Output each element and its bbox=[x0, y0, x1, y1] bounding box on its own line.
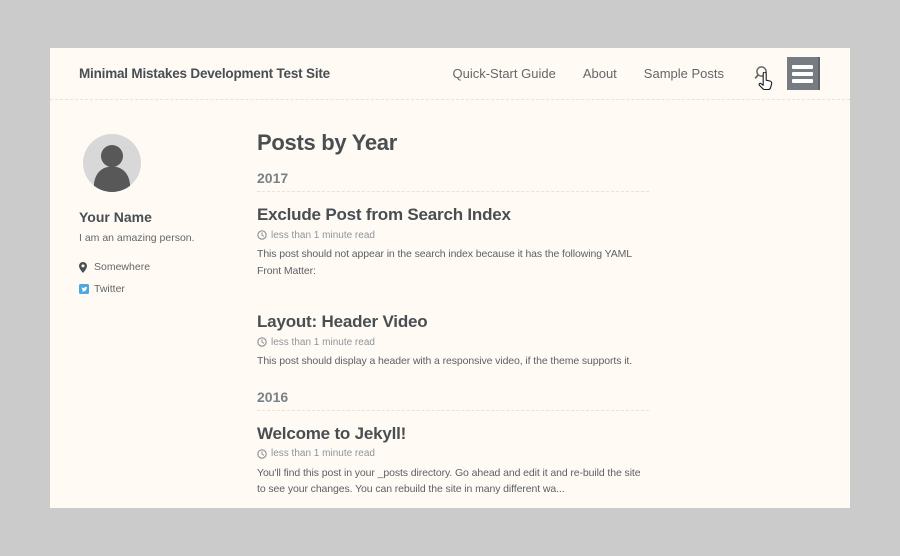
page-title: Posts by Year bbox=[257, 130, 649, 155]
author-sidebar: Your Name I am an amazing person. Somewh… bbox=[79, 130, 257, 508]
read-time: less than 1 minute read bbox=[271, 448, 375, 459]
year-section-2016: 2016 Welcome to Jekyll! less than 1 minu… bbox=[257, 389, 649, 498]
hamburger-menu-button[interactable] bbox=[787, 57, 820, 90]
year-heading: 2016 bbox=[257, 389, 649, 411]
page-content: Your Name I am an amazing person. Somewh… bbox=[50, 100, 850, 508]
masthead: Minimal Mistakes Development Test Site Q… bbox=[50, 48, 850, 100]
post-meta: less than 1 minute read bbox=[257, 448, 649, 460]
twitter-icon bbox=[79, 284, 94, 294]
masthead-nav: Quick-Start Guide About Sample Posts bbox=[425, 57, 820, 90]
hamburger-icon bbox=[792, 65, 813, 69]
read-time: less than 1 minute read bbox=[271, 337, 375, 348]
post-title-link[interactable]: Exclude Post from Search Index bbox=[257, 205, 649, 225]
post-meta: less than 1 minute read bbox=[257, 336, 649, 348]
author-bio: I am an amazing person. bbox=[79, 232, 257, 244]
post-item-welcome-to-jekyll[interactable]: Welcome to Jekyll! less than 1 minute re… bbox=[257, 424, 649, 498]
year-section-2017: 2017 Exclude Post from Search Index less… bbox=[257, 170, 649, 370]
location-pin-icon bbox=[79, 262, 94, 273]
avatar bbox=[83, 134, 141, 192]
nav-item-about[interactable]: About bbox=[583, 66, 617, 81]
post-excerpt: This post should display a header with a… bbox=[257, 353, 649, 370]
search-button[interactable] bbox=[753, 65, 771, 83]
author-links: Somewhere Twitter bbox=[79, 261, 257, 295]
nav-item-sample-posts[interactable]: Sample Posts bbox=[644, 66, 724, 81]
site-page: Minimal Mistakes Development Test Site Q… bbox=[50, 48, 850, 508]
post-title-link[interactable]: Welcome to Jekyll! bbox=[257, 424, 649, 444]
nav-item-quick-start-guide[interactable]: Quick-Start Guide bbox=[452, 66, 555, 81]
post-title-link[interactable]: Layout: Header Video bbox=[257, 312, 649, 332]
post-item-exclude-post[interactable]: Exclude Post from Search Index less than… bbox=[257, 205, 649, 279]
author-location-item: Somewhere bbox=[79, 261, 257, 273]
post-excerpt: This post should not appear in the searc… bbox=[257, 246, 649, 279]
person-silhouette-icon bbox=[101, 145, 123, 167]
clock-icon bbox=[257, 230, 267, 240]
site-title-link[interactable]: Minimal Mistakes Development Test Site bbox=[79, 66, 330, 81]
author-name: Your Name bbox=[79, 209, 257, 225]
magnifier-icon bbox=[753, 68, 769, 85]
archive-main: Posts by Year 2017 Exclude Post from Sea… bbox=[257, 130, 649, 508]
post-excerpt: You'll find this post in your _posts dir… bbox=[257, 465, 649, 498]
author-location-label: Somewhere bbox=[94, 261, 150, 273]
post-meta: less than 1 minute read bbox=[257, 229, 649, 241]
read-time: less than 1 minute read bbox=[271, 230, 375, 241]
author-twitter-label: Twitter bbox=[94, 283, 125, 295]
clock-icon bbox=[257, 337, 267, 347]
year-heading: 2017 bbox=[257, 170, 649, 192]
desktop-canvas: { "masthead": { "site_title": "Minimal M… bbox=[0, 0, 900, 556]
clock-icon bbox=[257, 449, 267, 459]
post-item-layout-header-video[interactable]: Layout: Header Video less than 1 minute … bbox=[257, 312, 649, 370]
author-twitter-link[interactable]: Twitter bbox=[79, 283, 257, 295]
